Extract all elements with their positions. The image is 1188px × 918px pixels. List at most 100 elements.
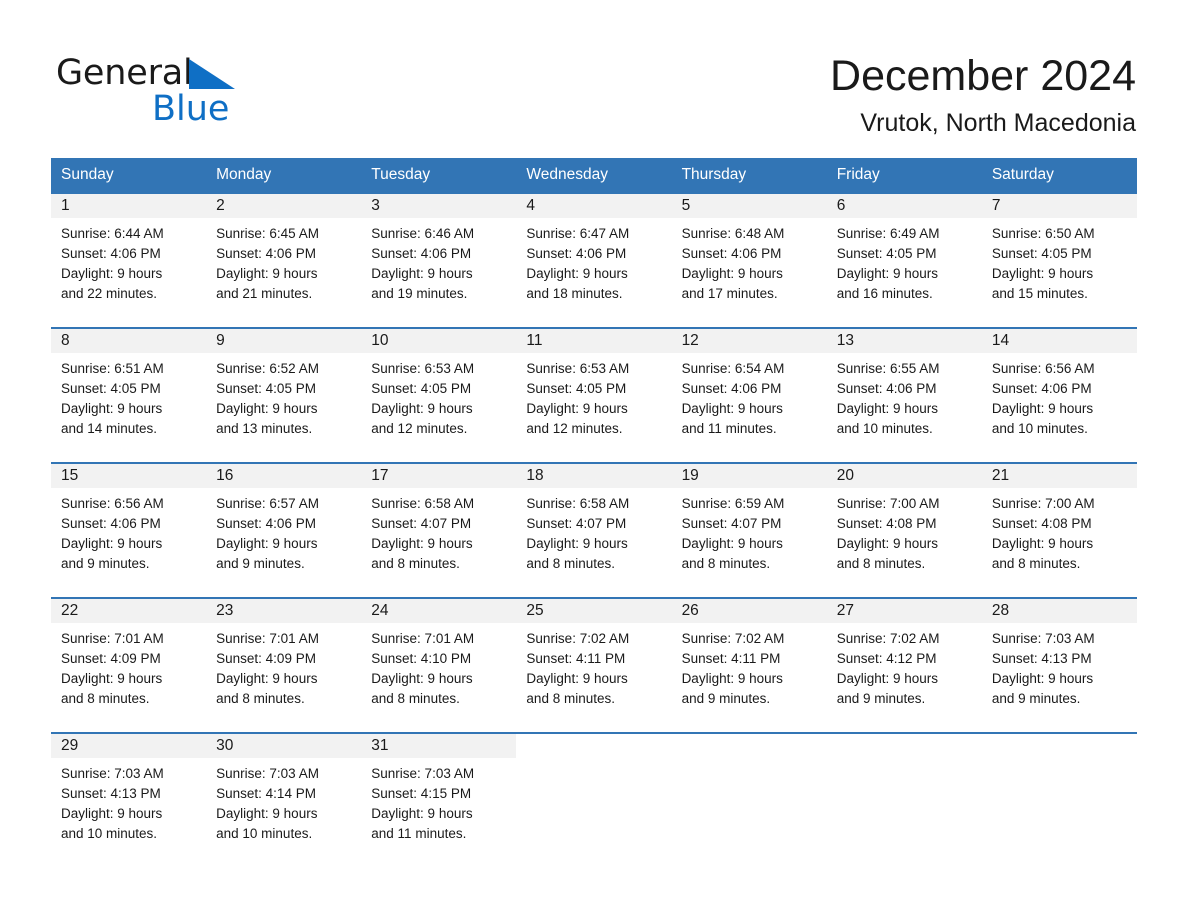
calendar-cell: 7 Sunrise: 6:50 AM Sunset: 4:05 PM Daylight… [981,192,1137,328]
day-cell[interactable]: 16 Sunrise: 6:57 AM Sunset: 4:06 PM Dayligh… [206,464,362,597]
day-cell[interactable]: 3 Sunrise: 6:46 AM Sunset: 4:06 PM Daylight… [361,194,517,327]
day-number: 24 [371,602,389,619]
day-cell[interactable]: 25 Sunrise: 7:02 AM Sunset: 4:11 PM Dayligh… [516,599,672,732]
sunset-text: Sunset: 4:09 PM [216,651,316,666]
sunrise-text: Sunrise: 7:03 AM [216,766,319,781]
calendar-cell: 20 Sunrise: 7:00 AM Sunset: 4:08 PM Dayligh… [826,462,982,598]
sunset-text: Sunset: 4:05 PM [371,381,472,396]
daylight-text-line1: Daylight: 9 hours [371,671,473,686]
day-cell[interactable]: 7 Sunrise: 6:50 AM Sunset: 4:05 PM Daylight… [981,194,1137,327]
day-cell[interactable]: 8 Sunrise: 6:51 AM Sunset: 4:05 PM Daylight… [51,329,207,462]
calendar-cell: 25 Sunrise: 7:02 AM Sunset: 4:11 PM Dayligh… [516,597,672,733]
day-cell-empty [671,734,827,867]
sunrise-text: Sunrise: 6:48 AM [681,226,785,241]
day-number-band: 21 [981,464,1137,488]
daylight-text-line2: and 8 minutes. [681,556,771,571]
day-cell[interactable]: 11 Sunrise: 6:53 AM Sunset: 4:05 PM Dayligh… [516,329,672,462]
daylight-text-line1: Daylight: 9 hours [991,266,1094,281]
day-number-band [671,734,827,758]
sunrise-text: Sunrise: 7:01 AM [61,631,164,646]
daylight-text-line2: and 9 minutes. [681,691,771,706]
day-details: Sunrise: 6:56 AM Sunset: 4:06 PM Daylight:… [51,488,206,574]
day-cell[interactable]: 18 Sunrise: 6:58 AM Sunset: 4:07 PM Dayligh… [516,464,672,597]
day-cell[interactable]: 27 Sunrise: 7:02 AM Sunset: 4:12 PM Dayligh… [826,599,982,732]
day-cell[interactable]: 13 Sunrise: 6:55 AM Sunset: 4:06 PM Dayligh… [826,329,982,462]
day-cell[interactable]: 6 Sunrise: 6:49 AM Sunset: 4:05 PM Daylight… [826,194,982,327]
day-details: Sunrise: 6:57 AM Sunset: 4:06 PM Daylight:… [206,488,361,574]
day-cell[interactable]: 4 Sunrise: 6:47 AM Sunset: 4:06 PM Daylight… [516,194,672,327]
daylight-text-line1: Daylight: 9 hours [216,671,318,686]
day-details: Sunrise: 6:56 AM Sunset: 4:06 PM Daylight:… [982,353,1137,439]
sunrise-text: Sunrise: 6:49 AM [836,226,940,241]
day-cell[interactable]: 28 Sunrise: 7:03 AM Sunset: 4:13 PM Dayligh… [981,599,1137,732]
sunset-text: Sunset: 4:12 PM [836,651,937,666]
calendar-cell: 9 Sunrise: 6:52 AM Sunset: 4:05 PM Daylight… [206,327,362,463]
sunset-text: Sunset: 4:14 PM [216,786,316,801]
day-cell[interactable]: 9 Sunrise: 6:52 AM Sunset: 4:05 PM Daylight… [206,329,362,462]
day-number: 20 [836,467,854,484]
daylight-text-line1: Daylight: 9 hours [61,806,163,821]
day-cell[interactable]: 24 Sunrise: 7:01 AM Sunset: 4:10 PM Dayligh… [361,599,517,732]
daylight-text-line2: and 9 minutes. [836,691,926,706]
calendar-page: General Blue December 2024 Vrutok, North… [0,0,1188,918]
daylight-text-line2: and 19 minutes. [371,286,468,301]
day-cell[interactable]: 19 Sunrise: 6:59 AM Sunset: 4:07 PM Dayligh… [671,464,827,597]
day-cell[interactable]: 26 Sunrise: 7:02 AM Sunset: 4:11 PM Dayligh… [671,599,827,732]
day-cell[interactable]: 10 Sunrise: 6:53 AM Sunset: 4:05 PM Dayligh… [361,329,517,462]
sunset-text: Sunset: 4:13 PM [991,651,1092,666]
day-cell[interactable]: 30 Sunrise: 7:03 AM Sunset: 4:14 PM Dayligh… [206,734,362,867]
day-cell[interactable]: 5 Sunrise: 6:48 AM Sunset: 4:06 PM Daylight… [671,194,827,327]
sunrise-text: Sunrise: 6:52 AM [216,361,319,376]
calendar-cell: 24 Sunrise: 7:01 AM Sunset: 4:10 PM Dayligh… [361,597,517,733]
day-details: Sunrise: 7:03 AM Sunset: 4:14 PM Daylight:… [206,758,361,844]
calendar-cell: 28 Sunrise: 7:03 AM Sunset: 4:13 PM Dayligh… [981,597,1137,733]
day-number-band: 28 [981,599,1137,623]
day-cell[interactable]: 22 Sunrise: 7:01 AM Sunset: 4:09 PM Dayligh… [51,599,207,732]
day-number: 22 [61,602,79,619]
sunrise-text: Sunrise: 6:46 AM [371,226,475,241]
day-number: 7 [991,197,1001,214]
calendar-cell: 27 Sunrise: 7:02 AM Sunset: 4:12 PM Dayligh… [826,597,982,733]
sunrise-text: Sunrise: 7:02 AM [526,631,630,646]
sunrise-text: Sunrise: 6:50 AM [991,226,1095,241]
day-number-band: 22 [51,599,207,623]
calendar-cell: 23 Sunrise: 7:01 AM Sunset: 4:09 PM Dayligh… [206,597,362,733]
calendar-body: 1 Sunrise: 6:44 AM Sunset: 4:06 PM Daylight… [51,192,1137,867]
day-cell[interactable]: 21 Sunrise: 7:00 AM Sunset: 4:08 PM Dayligh… [981,464,1137,597]
calendar-cell [981,732,1137,867]
day-number-band: 20 [826,464,982,488]
day-cell[interactable]: 15 Sunrise: 6:56 AM Sunset: 4:06 PM Dayligh… [51,464,207,597]
sunrise-text: Sunrise: 6:55 AM [836,361,940,376]
day-cell[interactable]: 20 Sunrise: 7:00 AM Sunset: 4:08 PM Dayligh… [826,464,982,597]
day-number: 30 [216,737,234,754]
day-details: Sunrise: 7:01 AM Sunset: 4:09 PM Daylight:… [51,623,206,709]
day-cell[interactable]: 14 Sunrise: 6:56 AM Sunset: 4:06 PM Dayligh… [981,329,1137,462]
daylight-text-line2: and 13 minutes. [216,421,313,436]
sunset-text: Sunset: 4:06 PM [61,246,161,261]
day-number: 15 [61,467,79,484]
day-number-band: 24 [361,599,517,623]
daylight-text-line1: Daylight: 9 hours [681,671,783,686]
day-number: 18 [526,467,544,484]
day-number: 9 [216,332,225,349]
daylight-text-line1: Daylight: 9 hours [836,671,939,686]
sunrise-text: Sunrise: 7:03 AM [61,766,164,781]
calendar-cell [826,732,982,867]
day-cell[interactable]: 31 Sunrise: 7:03 AM Sunset: 4:15 PM Dayligh… [361,734,517,867]
day-number-band: 7 [981,194,1137,218]
sunrise-text: Sunrise: 6:57 AM [216,496,319,511]
sunset-text: Sunset: 4:06 PM [991,381,1092,396]
sunset-text: Sunset: 4:06 PM [526,246,627,261]
day-cell[interactable]: 17 Sunrise: 6:58 AM Sunset: 4:07 PM Dayligh… [361,464,517,597]
day-details: Sunrise: 6:49 AM Sunset: 4:05 PM Daylight:… [827,218,982,304]
day-cell[interactable]: 29 Sunrise: 7:03 AM Sunset: 4:13 PM Dayligh… [51,734,207,867]
day-cell[interactable]: 23 Sunrise: 7:01 AM Sunset: 4:09 PM Dayligh… [206,599,362,732]
day-details: Sunrise: 7:01 AM Sunset: 4:09 PM Daylight:… [206,623,361,709]
day-cell[interactable]: 2 Sunrise: 6:45 AM Sunset: 4:06 PM Daylight… [206,194,362,327]
day-cell[interactable]: 12 Sunrise: 6:54 AM Sunset: 4:06 PM Dayligh… [671,329,827,462]
day-number: 4 [526,197,536,214]
day-number-band: 10 [361,329,517,353]
day-cell[interactable]: 1 Sunrise: 6:44 AM Sunset: 4:06 PM Daylight… [51,194,207,327]
calendar-table: Sunday Monday Tuesday Wednesday Thursday… [51,158,1137,867]
day-details: Sunrise: 6:58 AM Sunset: 4:07 PM Daylight:… [516,488,671,574]
